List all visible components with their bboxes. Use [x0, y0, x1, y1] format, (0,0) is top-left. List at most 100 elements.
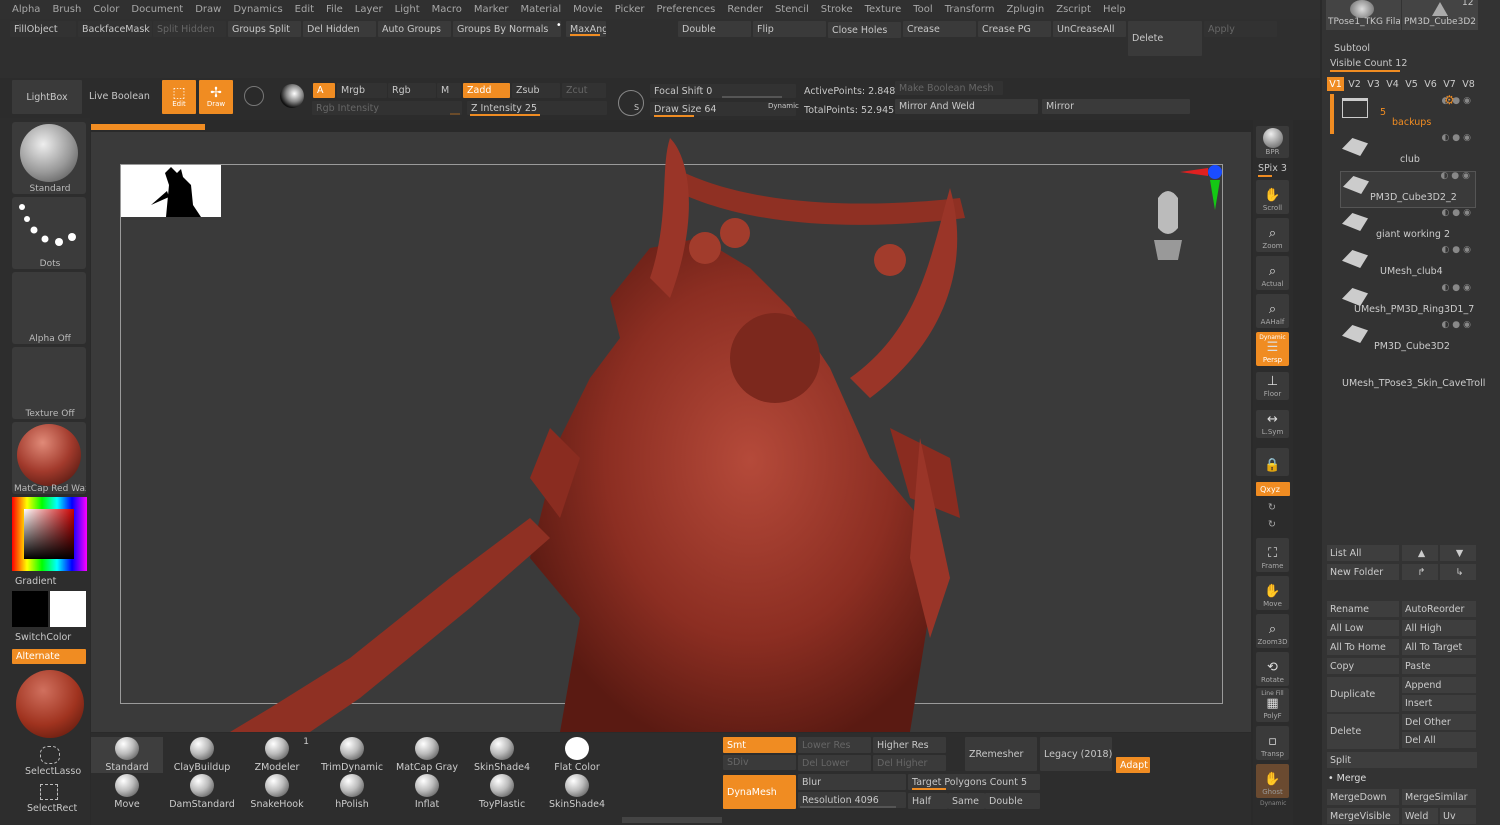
- subtool-toggle-icons[interactable]: ◐●◉: [1441, 96, 1474, 106]
- secondary-color-swatch[interactable]: [50, 591, 86, 627]
- version-v2[interactable]: V2: [1346, 77, 1363, 91]
- half-button[interactable]: Half: [908, 793, 948, 809]
- move-up-folder-icon[interactable]: ↱: [1402, 564, 1438, 580]
- brush-claybuildup[interactable]: ClayBuildup: [166, 737, 238, 773]
- brush-inflat[interactable]: Inflat: [391, 774, 463, 810]
- subtool-toggle-icons[interactable]: ◐●◉: [1441, 320, 1474, 330]
- floor-button[interactable]: ⊥ Floor: [1256, 372, 1289, 400]
- subtool-item[interactable]: giant working 2 ◐●◉: [1340, 208, 1476, 246]
- mirror-and-weld-button[interactable]: Mirror And Weld: [895, 99, 1038, 114]
- insert-button[interactable]: Insert: [1402, 695, 1476, 711]
- all-to-home-button[interactable]: All To Home: [1327, 639, 1399, 655]
- scale-rotate-icon[interactable]: [280, 84, 304, 108]
- fill-object-button[interactable]: FillObject: [10, 21, 76, 37]
- merge-visible-button[interactable]: MergeVisible: [1327, 808, 1399, 824]
- lock-button[interactable]: 🔒: [1256, 448, 1289, 476]
- double-button-bottom[interactable]: Double: [985, 793, 1040, 809]
- groups-split-button[interactable]: Groups Split: [228, 21, 301, 37]
- gradient-label[interactable]: Gradient: [15, 576, 56, 587]
- menu-item-zplugin[interactable]: Zplugin: [1000, 4, 1050, 15]
- menu-item-render[interactable]: Render: [721, 4, 769, 15]
- color-picker[interactable]: [12, 497, 87, 571]
- close-holes-button[interactable]: Close Holes: [828, 22, 901, 38]
- visible-count-slider[interactable]: Visible Count 12: [1330, 58, 1407, 69]
- brush-skinshade4[interactable]: SkinShade4: [466, 737, 538, 773]
- move-down-folder-icon[interactable]: ↳: [1440, 564, 1476, 580]
- menu-item-color[interactable]: Color: [87, 4, 125, 15]
- version-v1[interactable]: V1: [1327, 77, 1344, 91]
- merge-similar-button[interactable]: MergeSimilar: [1402, 789, 1476, 805]
- polyf-button[interactable]: Line Fill ▦ PolyF: [1256, 688, 1289, 722]
- rename-button[interactable]: Rename: [1327, 601, 1399, 617]
- lower-res-button[interactable]: Lower Res: [798, 737, 871, 753]
- blur-slider[interactable]: Blur: [798, 774, 906, 790]
- move-mode-icon[interactable]: [244, 86, 264, 106]
- menu-item-dynamics[interactable]: Dynamics: [227, 4, 288, 15]
- bpr-button[interactable]: BPR: [1256, 126, 1289, 158]
- subtool-title[interactable]: Subtool: [1334, 43, 1370, 54]
- menu-item-edit[interactable]: Edit: [289, 4, 320, 15]
- new-folder-button[interactable]: New Folder: [1327, 564, 1399, 580]
- brush-flat-color[interactable]: Flat Color: [541, 737, 613, 773]
- subtool-toggle-icons[interactable]: ◐●◉: [1440, 171, 1473, 181]
- uv-button[interactable]: Uv: [1440, 808, 1476, 824]
- dynamesh-button[interactable]: DynaMesh: [723, 775, 796, 809]
- brush-zmodeler[interactable]: ZModeler 1: [241, 737, 313, 773]
- menu-item-transform[interactable]: Transform: [939, 4, 1001, 15]
- duplicate-button[interactable]: Duplicate: [1327, 677, 1399, 712]
- sdiv-slider[interactable]: SDiv: [723, 755, 796, 770]
- live-boolean-button[interactable]: Live Boolean: [89, 91, 150, 102]
- menu-item-light[interactable]: Light: [389, 4, 426, 15]
- rotate-button[interactable]: ⟲ Rotate: [1256, 652, 1289, 686]
- zoom-button[interactable]: ⌕ Zoom: [1256, 218, 1289, 252]
- subtool-scroll-indicator[interactable]: [1330, 94, 1334, 134]
- color-square[interactable]: [24, 509, 74, 559]
- select-rect-label[interactable]: SelectRect: [27, 803, 77, 814]
- menu-item-layer[interactable]: Layer: [349, 4, 389, 15]
- move-view-button[interactable]: ✋ Move: [1256, 576, 1289, 610]
- menu-item-help[interactable]: Help: [1097, 4, 1132, 15]
- material-preview-sphere[interactable]: [16, 670, 84, 738]
- split-hidden-button[interactable]: Split Hidden: [153, 21, 226, 37]
- del-higher-button[interactable]: Del Higher: [873, 755, 946, 771]
- make-boolean-mesh-button[interactable]: Make Boolean Mesh: [895, 81, 1003, 95]
- menu-item-marker[interactable]: Marker: [468, 4, 515, 15]
- z-rotate-icon[interactable]: ↻: [1268, 519, 1276, 530]
- axis-gizmo-icon[interactable]: [1178, 164, 1224, 212]
- select-lasso-label[interactable]: SelectLasso: [25, 766, 81, 777]
- merge-down-button[interactable]: MergeDown: [1327, 789, 1399, 805]
- zadd-button[interactable]: Zadd: [463, 83, 510, 98]
- zsub-button[interactable]: Zsub: [512, 83, 560, 98]
- frame-button[interactable]: ⛶ Frame: [1256, 538, 1289, 572]
- menu-item-file[interactable]: File: [320, 4, 349, 15]
- actual-button[interactable]: ⌕ Actual: [1256, 256, 1289, 290]
- mirror-button[interactable]: Mirror: [1042, 99, 1190, 114]
- select-lasso-icon[interactable]: [40, 746, 60, 764]
- del-hidden-button[interactable]: Del Hidden: [303, 21, 376, 37]
- edit-button[interactable]: ⬚ Edit: [162, 80, 196, 114]
- version-v6[interactable]: V6: [1422, 77, 1439, 91]
- zcut-button[interactable]: Zcut: [562, 83, 606, 98]
- subtool-toggle-icons[interactable]: ◐●◉: [1441, 133, 1474, 143]
- menu-item-stroke[interactable]: Stroke: [815, 4, 859, 15]
- tool-thumb-2[interactable]: 12 PM3D_Cube3D2: [1402, 0, 1478, 30]
- list-all-button[interactable]: List All: [1327, 545, 1399, 561]
- del-other-button[interactable]: Del Other: [1402, 714, 1476, 730]
- auto-groups-button[interactable]: Auto Groups: [378, 21, 451, 37]
- menu-item-alpha[interactable]: Alpha: [6, 4, 46, 15]
- version-v3[interactable]: V3: [1365, 77, 1382, 91]
- all-low-button[interactable]: All Low: [1327, 620, 1399, 636]
- backface-mask-button[interactable]: BackfaceMask: [78, 21, 152, 37]
- alternate-button[interactable]: Alternate: [12, 649, 86, 664]
- brush-trimdynamic[interactable]: TrimDynamic: [316, 737, 388, 773]
- menu-item-document[interactable]: Document: [125, 4, 189, 15]
- subtool-item[interactable]: backups ◐●◉: [1340, 96, 1476, 134]
- menu-item-stencil[interactable]: Stencil: [769, 4, 815, 15]
- brush-move[interactable]: Move: [91, 774, 163, 810]
- split-section[interactable]: Split: [1327, 752, 1477, 768]
- lsym-button[interactable]: ↔ L.Sym: [1256, 410, 1289, 438]
- higher-res-button[interactable]: Higher Res: [873, 737, 946, 753]
- a-button[interactable]: A: [313, 83, 335, 98]
- version-v4[interactable]: V4: [1384, 77, 1401, 91]
- version-v5[interactable]: V5: [1403, 77, 1420, 91]
